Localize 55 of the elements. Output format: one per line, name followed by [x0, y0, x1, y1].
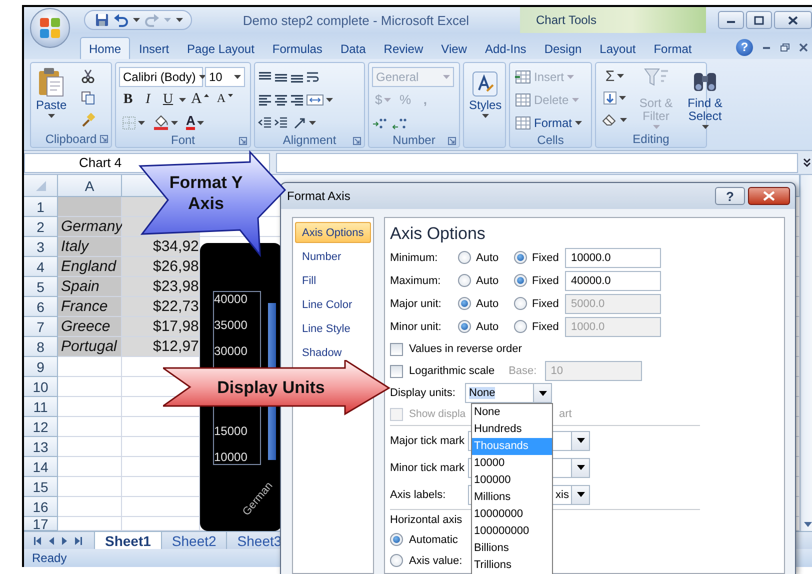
radio-label: Automatic: [409, 534, 458, 546]
radio-label: Auto: [476, 274, 499, 286]
radio-label: Fixed: [532, 298, 559, 310]
window-title: Demo step2 complete - Microsoft Excel: [242, 12, 470, 28]
table-cell: Germany: [58, 217, 122, 237]
checkbox-label: Values in reverse order: [409, 343, 522, 355]
checkbox-label: art: [559, 408, 572, 420]
table-cell: $17,98: [122, 317, 200, 337]
table-cell: France: [58, 297, 122, 317]
table-cell: $23,98: [122, 277, 200, 297]
callout-text: Display Units: [216, 377, 326, 398]
field-label: Axis labels:: [390, 488, 447, 500]
axis-label: 10000: [214, 449, 248, 466]
group-label: Cells: [537, 133, 564, 147]
table-cell: Italy: [58, 237, 122, 257]
radio-label: Auto: [476, 252, 499, 264]
radio-label: Fixed: [532, 320, 559, 332]
radio-label: Axis value:: [409, 554, 462, 566]
field-label: Minor tick mark: [390, 462, 466, 474]
field-label: Maximum:: [390, 274, 442, 286]
callout-text: Format Y Axis: [168, 172, 244, 214]
field-label: Display units:: [390, 387, 456, 399]
group-label: Clipboard: [45, 132, 97, 146]
field-label: Minor unit:: [390, 320, 442, 332]
table-cell: $12,97: [122, 337, 200, 357]
context-tab-group-label: Chart Tools: [520, 7, 706, 33]
field-label: Major unit:: [390, 298, 442, 310]
dialog-title: Format Axis: [287, 189, 352, 203]
axis-label: 35000: [214, 317, 248, 334]
table-cell: $34,92: [122, 237, 200, 257]
field-label: Minimum:: [390, 252, 439, 264]
group-label: Alignment: [282, 133, 336, 147]
radio-label: Fixed: [532, 274, 559, 286]
checkbox-label: Show displa: [409, 408, 466, 420]
radio-label: Fixed: [532, 252, 559, 264]
status-text: Ready: [32, 551, 67, 565]
axis-label: 30000: [214, 343, 248, 360]
table-cell: Spain: [58, 277, 122, 297]
radio-label: Auto: [476, 320, 499, 332]
checkbox-label: Logarithmic scale: [409, 365, 495, 377]
axis-label: 40000: [214, 291, 248, 308]
table-cell: $26,98: [122, 257, 200, 277]
table-cell: $22,73: [122, 297, 200, 317]
axis-label: 15000: [214, 423, 248, 440]
group-label: Font: [170, 133, 195, 147]
section-label: Horizontal axis: [390, 513, 462, 528]
table-cell: England: [58, 257, 122, 277]
radio-label: Auto: [476, 298, 499, 310]
table-cell: Greece: [58, 317, 122, 337]
group-label: Number: [392, 133, 436, 147]
field-label: Base:: [508, 365, 537, 377]
table-cell: Portugal: [58, 337, 122, 357]
field-label: Major tick mark: [390, 434, 466, 446]
group-label: Editing: [632, 132, 670, 146]
section-heading: Axis Options: [390, 224, 486, 245]
